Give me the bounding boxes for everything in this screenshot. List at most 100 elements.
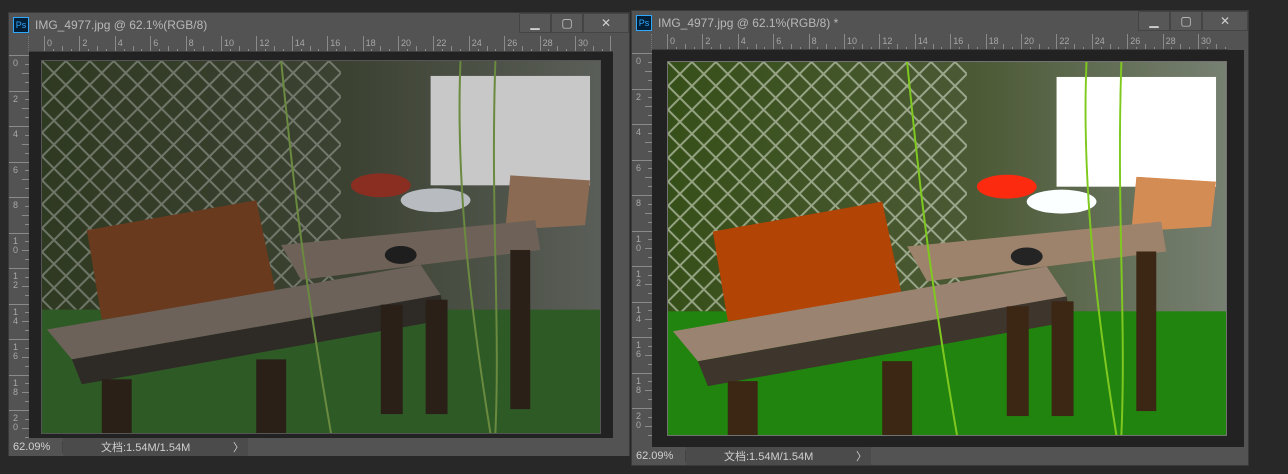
ruler-tick xyxy=(632,372,652,374)
ruler-label: 22 xyxy=(1059,36,1070,46)
ruler-label: 4 xyxy=(636,127,642,137)
vertical-ruler[interactable]: 0 2 4 6 8 10 12 14 16 18 20 xyxy=(632,50,652,447)
ruler-tick xyxy=(632,88,652,90)
ruler-label: 12 xyxy=(636,269,642,288)
ruler-label: 14 xyxy=(13,306,19,326)
doc-info[interactable]: 文档:1.54M/1.54M 〉 xyxy=(63,438,248,456)
ruler-label: 2 xyxy=(705,36,711,46)
ruler-tick xyxy=(1162,34,1164,49)
ruler-tick xyxy=(1021,34,1022,49)
title-bar[interactable]: Ps IMG_4977.jpg @ 62.1%(RGB/8) ▁ ▢ ✕ xyxy=(9,13,629,36)
ruler-tick xyxy=(9,339,29,340)
chevron-right-icon[interactable]: 〉 xyxy=(233,439,244,455)
ruler-label: 8 xyxy=(811,36,817,46)
document-window-original[interactable]: Ps IMG_4977.jpg @ 62.1%(RGB/8) ▁ ▢ ✕ 024… xyxy=(8,12,630,456)
ruler-label: 18 xyxy=(13,377,19,397)
ruler-tick xyxy=(632,408,652,409)
ruler-label: 16 xyxy=(636,340,642,359)
ruler-tick xyxy=(808,34,810,49)
doc-info[interactable]: 文档:1.54M/1.54M 〉 xyxy=(686,447,871,465)
ruler-tick xyxy=(221,36,222,51)
ruler-tick xyxy=(1127,34,1129,49)
canvas-area[interactable] xyxy=(652,50,1244,447)
ruler-label: 12 xyxy=(13,271,19,290)
ruler-tick xyxy=(291,36,293,51)
close-button[interactable]: ✕ xyxy=(583,13,629,33)
ruler-tick xyxy=(539,36,541,51)
ruler-tick xyxy=(645,319,652,321)
ruler-label: 24 xyxy=(471,38,482,48)
ruler-label: 6 xyxy=(153,38,159,48)
ruler-label: 2 xyxy=(82,38,88,48)
ruler-tick xyxy=(985,34,987,49)
ruler-tick xyxy=(632,195,652,196)
photoshop-icon: Ps xyxy=(13,16,29,33)
close-button[interactable]: ✕ xyxy=(1202,11,1248,31)
canvas-area[interactable] xyxy=(29,52,613,438)
ruler-label: 10 xyxy=(847,36,858,46)
ruler-label: 18 xyxy=(365,38,376,48)
ruler-tick xyxy=(504,36,506,51)
ruler-label: 16 xyxy=(13,342,19,361)
document-window-adjusted[interactable]: Ps IMG_4977.jpg @ 62.1%(RGB/8) * ▁ ▢ ✕ 0… xyxy=(631,10,1249,466)
ruler-label: 0 xyxy=(670,36,676,46)
ruler-tick xyxy=(667,34,668,49)
ruler-tick xyxy=(9,126,29,127)
horizontal-ruler[interactable]: 02468101214161820222426283032 xyxy=(29,36,613,52)
minimize-button[interactable]: ▁ xyxy=(1138,11,1170,31)
ruler-label: 20 xyxy=(401,38,412,48)
doc-size: 文档:1.54M/1.54M xyxy=(724,451,814,463)
ruler-tick xyxy=(362,36,364,51)
ruler-tick xyxy=(632,124,652,125)
zoom-level[interactable]: 62.09% xyxy=(632,450,686,462)
ruler-tick xyxy=(773,34,775,49)
maximize-button[interactable]: ▢ xyxy=(1170,11,1202,31)
ruler-tick xyxy=(879,34,881,49)
ruler-tick xyxy=(9,303,29,305)
document-title: IMG_4977.jpg @ 62.1%(RGB/8) * xyxy=(658,15,839,30)
document-title: IMG_4977.jpg @ 62.1%(RGB/8) xyxy=(35,17,208,32)
ruler-label: 4 xyxy=(13,129,19,139)
ruler-tick xyxy=(468,36,470,51)
ruler-label: 10 xyxy=(13,235,19,255)
ruler-tick xyxy=(914,34,916,49)
title-bar[interactable]: Ps IMG_4977.jpg @ 62.1%(RGB/8) * ▁ ▢ ✕ xyxy=(632,11,1248,34)
ruler-tick xyxy=(575,36,576,51)
ruler-label: 16 xyxy=(330,38,341,48)
ruler-origin[interactable] xyxy=(632,34,652,50)
ruler-label: 18 xyxy=(988,36,999,46)
ruler-label: 4 xyxy=(740,36,746,46)
vertical-ruler[interactable]: 0 2 4 6 8 10 12 14 16 18 20 xyxy=(9,52,29,438)
ruler-label: 20 xyxy=(13,413,19,432)
ruler-tick xyxy=(9,410,29,411)
ruler-tick xyxy=(950,34,952,49)
ruler-tick xyxy=(9,374,29,376)
ruler-label: 0 xyxy=(47,38,53,48)
ruler-label: 20 xyxy=(1024,36,1035,46)
ruler-tick xyxy=(1198,34,1199,49)
ruler-tick xyxy=(645,425,652,427)
ruler-label: 26 xyxy=(507,38,518,48)
ruler-tick xyxy=(645,212,652,214)
ruler-tick xyxy=(22,214,29,216)
ruler-tick xyxy=(610,36,612,51)
ruler-label: 16 xyxy=(953,36,964,46)
ruler-label: 10 xyxy=(224,38,235,48)
ruler-tick xyxy=(645,248,652,250)
ruler-tick xyxy=(702,34,704,49)
ruler-tick xyxy=(1056,34,1058,49)
maximize-button[interactable]: ▢ xyxy=(551,13,583,33)
status-bar: 62.09% 文档:1.54M/1.54M 〉 xyxy=(9,438,629,456)
chevron-right-icon[interactable]: 〉 xyxy=(856,448,867,464)
ruler-tick xyxy=(150,36,152,51)
ruler-label: 18 xyxy=(636,375,642,395)
horizontal-ruler[interactable]: 02468101214161820222426283032 xyxy=(652,34,1228,50)
ruler-label: 24 xyxy=(1094,36,1105,46)
minimize-button[interactable]: ▁ xyxy=(519,13,551,33)
zoom-level[interactable]: 62.09% xyxy=(9,441,63,453)
ruler-origin[interactable] xyxy=(9,36,29,52)
ruler-label: 2 xyxy=(13,93,19,104)
ruler-tick xyxy=(632,301,652,303)
ruler-label: 14 xyxy=(294,38,305,48)
doc-size: 文档:1.54M/1.54M xyxy=(101,442,191,454)
